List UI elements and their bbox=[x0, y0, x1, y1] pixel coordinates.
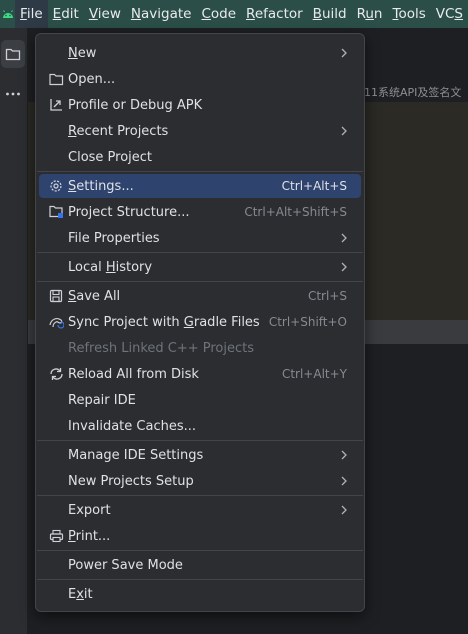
menu-item-open[interactable]: Open... bbox=[39, 67, 361, 91]
menu-vcs[interactable]: VCS bbox=[431, 0, 468, 28]
chevron-right-icon bbox=[341, 262, 347, 272]
menu-item-save-all[interactable]: Save All Ctrl+S bbox=[39, 284, 361, 308]
menu-item-recent-projects[interactable]: Recent Projects bbox=[39, 119, 361, 143]
folder-icon[interactable] bbox=[1, 40, 25, 68]
menu-navigate[interactable]: Navigate bbox=[126, 0, 197, 28]
file-menu: New Open... Profile or Debug APK Recent … bbox=[35, 33, 365, 612]
menu-separator bbox=[37, 171, 363, 172]
save-icon bbox=[48, 288, 64, 304]
menu-item-project-structure[interactable]: Project Structure... Ctrl+Alt+Shift+S bbox=[39, 200, 361, 224]
menu-item-print[interactable]: Print... bbox=[39, 524, 361, 548]
menu-item-reload-disk[interactable]: Reload All from Disk Ctrl+Alt+Y bbox=[39, 362, 361, 386]
menu-refactor[interactable]: Refactor bbox=[241, 0, 308, 28]
menu-bar: File Edit View Navigate Code Refactor Bu… bbox=[15, 0, 468, 28]
chevron-right-icon bbox=[341, 233, 347, 243]
menu-item-close-project[interactable]: Close Project bbox=[39, 145, 361, 169]
menu-edit[interactable]: Edit bbox=[48, 0, 84, 28]
menu-separator bbox=[37, 252, 363, 253]
menu-item-export[interactable]: Export bbox=[39, 498, 361, 522]
menu-item-repair-ide[interactable]: Repair IDE bbox=[39, 388, 361, 412]
chevron-right-icon bbox=[341, 505, 347, 515]
menu-item-new-projects-setup[interactable]: New Projects Setup bbox=[39, 469, 361, 493]
tool-window-strip bbox=[0, 28, 28, 634]
more-icon[interactable] bbox=[0, 80, 26, 108]
menu-item-manage-ide-settings[interactable]: Manage IDE Settings bbox=[39, 443, 361, 467]
editor-tab-text: 11系统API及签名文 bbox=[364, 86, 462, 99]
menu-separator bbox=[37, 550, 363, 551]
menu-separator bbox=[37, 495, 363, 496]
menu-item-settings[interactable]: Settings... Ctrl+Alt+S bbox=[39, 174, 361, 198]
project-structure-icon bbox=[48, 204, 64, 220]
menu-build[interactable]: Build bbox=[308, 0, 352, 28]
menu-item-file-properties[interactable]: File Properties bbox=[39, 226, 361, 250]
open-folder-icon bbox=[48, 71, 64, 87]
chevron-right-icon bbox=[341, 476, 347, 486]
chevron-right-icon bbox=[341, 126, 347, 136]
gear-icon bbox=[48, 178, 64, 194]
menu-tools[interactable]: Tools bbox=[387, 0, 430, 28]
profile-apk-icon bbox=[48, 97, 64, 113]
menu-separator bbox=[37, 281, 363, 282]
menu-run[interactable]: Run bbox=[352, 0, 388, 28]
title-bar: File Edit View Navigate Code Refactor Bu… bbox=[0, 0, 468, 28]
menu-separator bbox=[37, 579, 363, 580]
menu-item-local-history[interactable]: Local History bbox=[39, 255, 361, 279]
chevron-right-icon bbox=[341, 48, 347, 58]
android-logo-icon bbox=[0, 0, 15, 28]
chevron-right-icon bbox=[341, 450, 347, 460]
menu-item-invalidate-caches[interactable]: Invalidate Caches... bbox=[39, 414, 361, 438]
menu-view[interactable]: View bbox=[84, 0, 126, 28]
menu-item-new[interactable]: New bbox=[39, 41, 361, 65]
reload-icon bbox=[48, 366, 64, 382]
menu-item-power-save-mode[interactable]: Power Save Mode bbox=[39, 553, 361, 577]
menu-item-sync-gradle[interactable]: Sync Project with Gradle Files Ctrl+Shif… bbox=[39, 310, 361, 334]
menu-item-profile-debug-apk[interactable]: Profile or Debug APK bbox=[39, 93, 361, 117]
menu-separator bbox=[37, 440, 363, 441]
menu-file[interactable]: File bbox=[15, 0, 48, 28]
sync-gradle-icon bbox=[48, 314, 64, 330]
menu-item-refresh-cpp[interactable]: Refresh Linked C++ Projects bbox=[39, 336, 361, 360]
printer-icon bbox=[48, 528, 64, 544]
menu-item-exit[interactable]: Exit bbox=[39, 582, 361, 606]
menu-code[interactable]: Code bbox=[196, 0, 241, 28]
